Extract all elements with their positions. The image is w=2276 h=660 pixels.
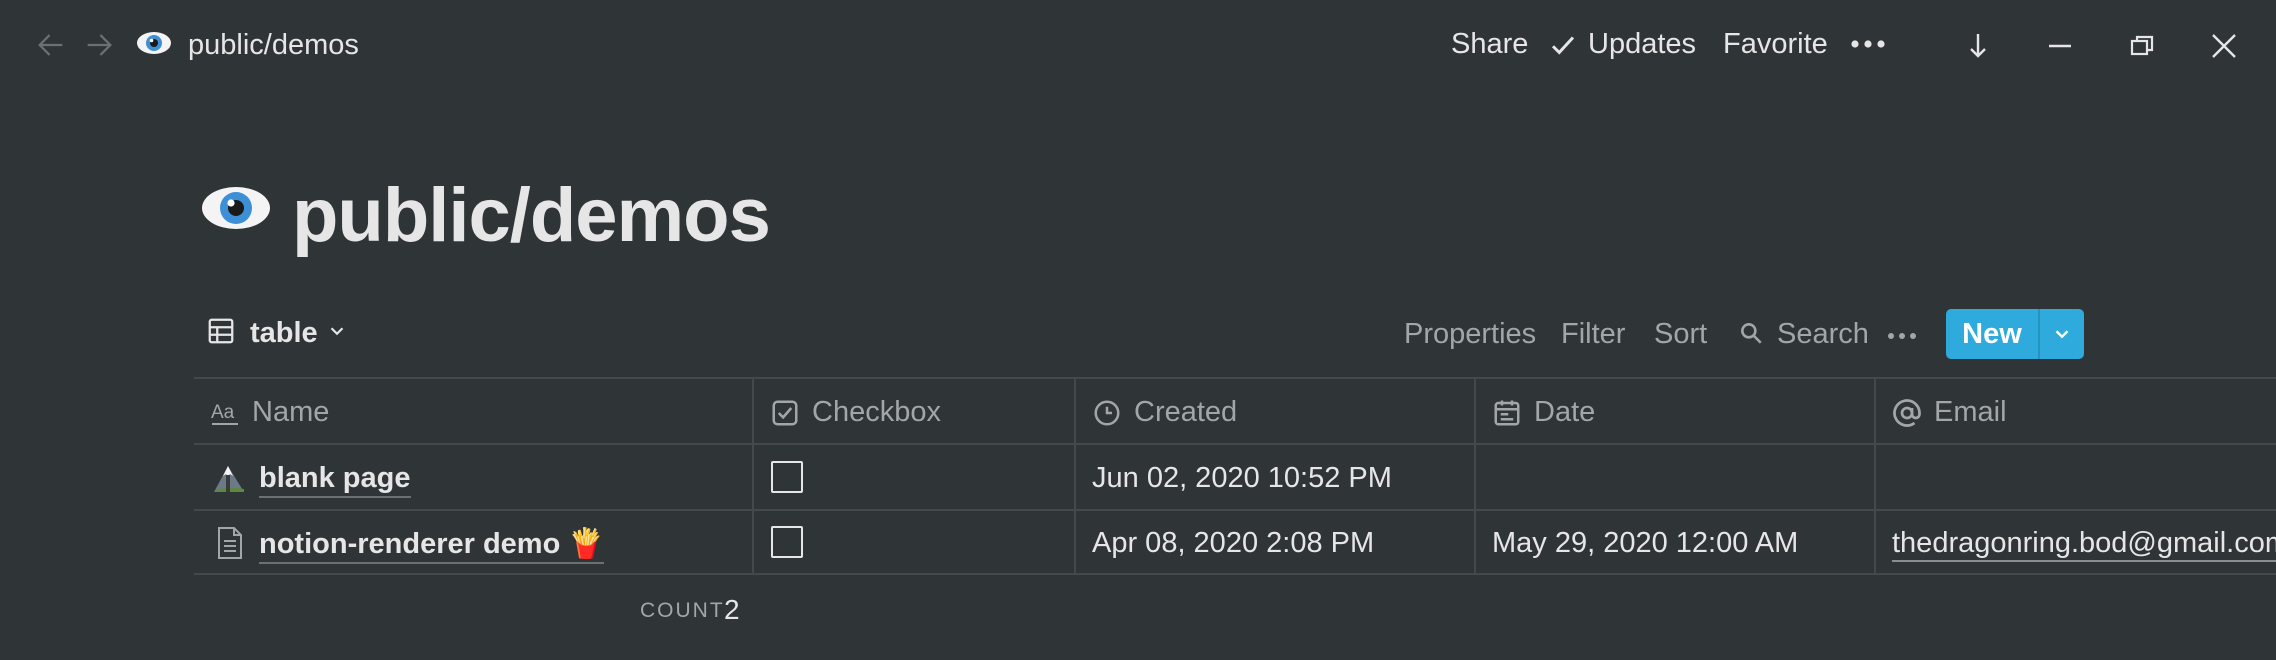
column-divider <box>752 378 754 574</box>
row-checkbox[interactable] <box>771 461 803 493</box>
column-header-created[interactable]: Created <box>1092 396 1237 429</box>
breadcrumb[interactable]: public/demos <box>188 29 359 62</box>
back-arrow-icon[interactable] <box>34 28 68 62</box>
new-button[interactable]: New <box>1946 309 2084 359</box>
forward-arrow-icon[interactable] <box>82 28 116 62</box>
mountain-icon <box>212 461 246 495</box>
column-header-email[interactable]: Email <box>1892 396 2007 429</box>
count-value: 2 <box>724 594 740 625</box>
column-header-label: Name <box>252 396 330 428</box>
column-header-label: Email <box>1934 396 2007 428</box>
column-divider <box>1474 378 1476 574</box>
svg-text:Aa: Aa <box>211 402 235 423</box>
top-bar: public/demos Share Updates Favorite <box>0 0 2276 92</box>
row-created-value: Jun 02, 2020 10:52 PM <box>1092 462 1392 494</box>
text-aa-icon: Aa <box>211 402 238 425</box>
table-grid-icon <box>206 316 236 351</box>
checkbox-icon <box>772 400 798 425</box>
row-2-border <box>194 573 2276 575</box>
column-header-name[interactable]: Aa Name <box>210 396 329 429</box>
favorite-button[interactable]: Favorite <box>1723 28 1828 61</box>
new-dropdown-chevron-icon[interactable] <box>2040 309 2084 359</box>
view-label: table <box>250 317 318 349</box>
page-title[interactable]: public/demos <box>292 172 771 259</box>
search-icon[interactable] <box>1738 320 1764 354</box>
new-button-label[interactable]: New <box>1946 309 2038 359</box>
column-divider <box>1874 378 1876 574</box>
minimize-icon[interactable] <box>2040 26 2080 66</box>
column-header-date[interactable]: Date <box>1492 396 1595 429</box>
eye-icon <box>136 28 172 58</box>
updates-button[interactable]: Updates <box>1588 28 1696 61</box>
row-email-value[interactable]: thedragonring.bod@gmail.com <box>1892 527 2276 562</box>
page-icon <box>213 526 247 560</box>
page-eye-icon[interactable] <box>200 180 272 236</box>
row-checkbox[interactable] <box>771 526 803 558</box>
clock-icon <box>1094 400 1120 425</box>
filter-button[interactable]: Filter <box>1561 318 1625 351</box>
more-options-icon[interactable] <box>1848 24 1888 72</box>
count-label: COUNT <box>640 599 725 622</box>
close-icon[interactable] <box>2204 26 2244 66</box>
column-header-checkbox[interactable]: Checkbox <box>770 396 941 429</box>
row-name-link[interactable]: blank page <box>259 462 411 498</box>
check-icon <box>1548 30 1578 60</box>
view-switcher[interactable]: table <box>206 316 348 351</box>
column-header-label: Date <box>1534 396 1596 428</box>
row-1-border <box>194 509 2276 511</box>
header-bottom-border <box>194 443 2276 445</box>
sort-button[interactable]: Sort <box>1654 318 1707 351</box>
row-created-value: Apr 08, 2020 2:08 PM <box>1092 527 1375 559</box>
restore-window-icon[interactable] <box>2122 26 2162 66</box>
calendar-icon <box>1494 400 1520 425</box>
search-button[interactable]: Search <box>1777 318 1869 351</box>
column-divider <box>1074 378 1076 574</box>
chevron-down-icon <box>326 320 348 347</box>
row-date-value[interactable]: May 29, 2020 12:00 AM <box>1492 527 1798 560</box>
column-header-label: Created <box>1134 396 1238 428</box>
view-more-icon[interactable] <box>1884 318 1920 362</box>
at-icon <box>1893 398 1921 427</box>
table-top-border <box>194 377 2276 379</box>
column-header-label: Checkbox <box>812 396 941 428</box>
properties-button[interactable]: Properties <box>1404 318 1536 351</box>
download-arrow-icon[interactable] <box>1958 26 1998 66</box>
row-name-link[interactable]: notion-renderer demo 🍟 <box>259 527 605 564</box>
share-button[interactable]: Share <box>1451 28 1528 61</box>
